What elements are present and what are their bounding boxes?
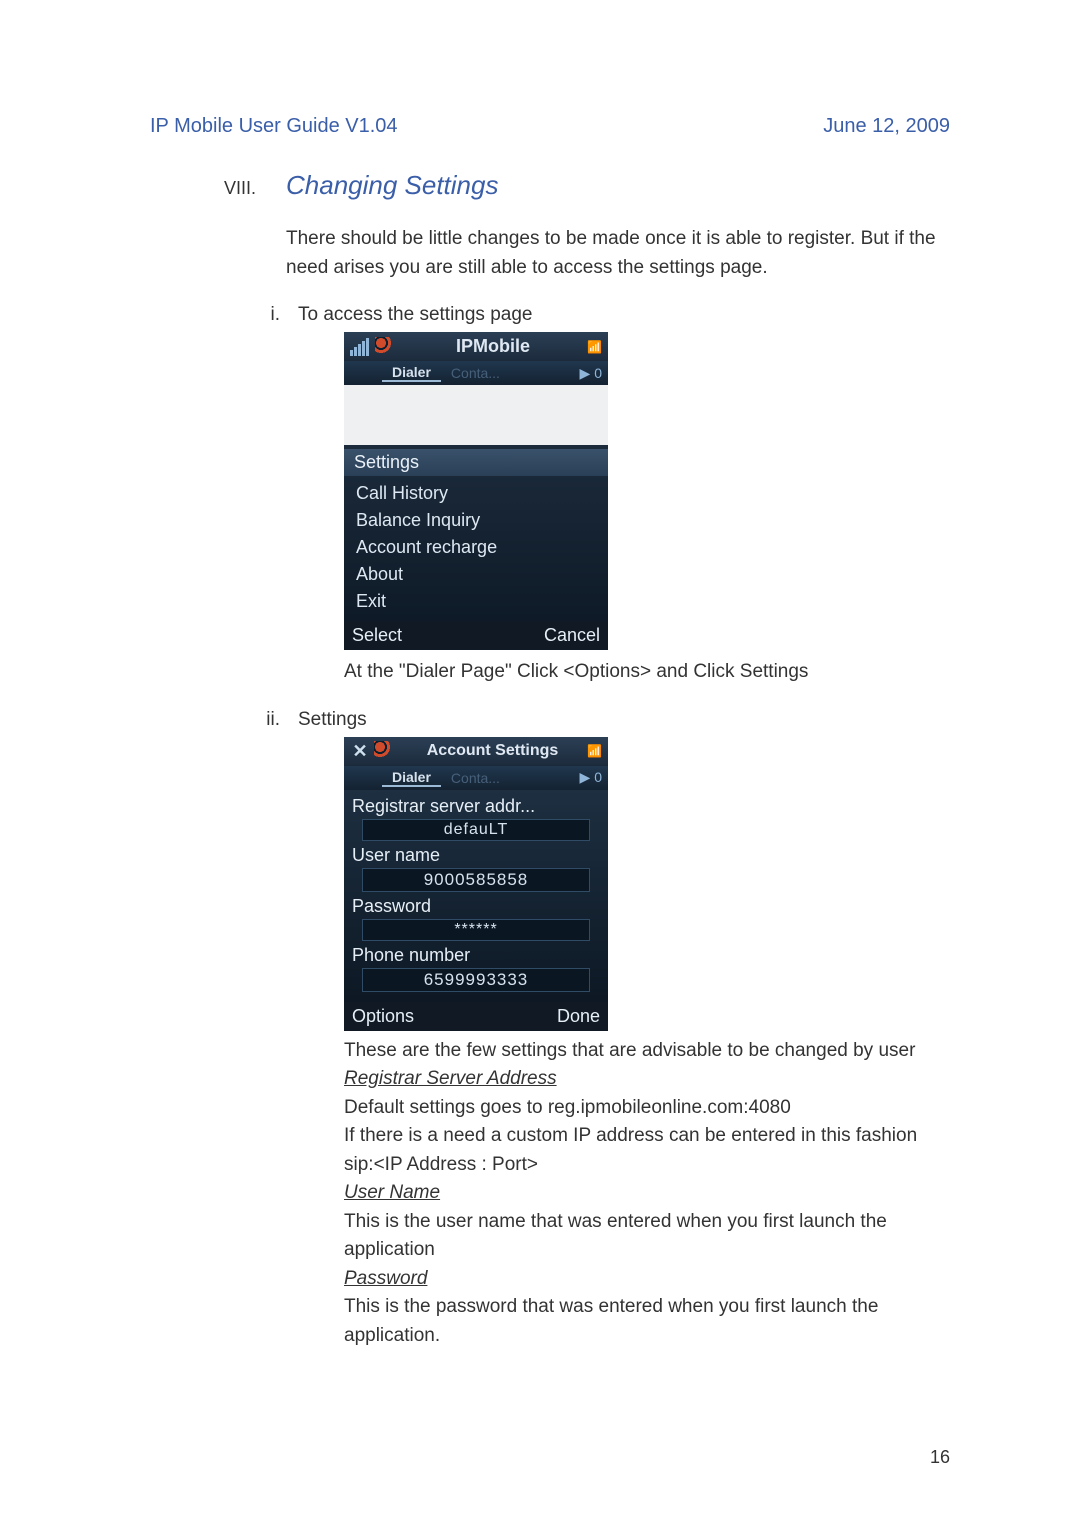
tab-dialer[interactable]: Dialer	[382, 364, 441, 382]
header-title: IP Mobile User Guide V1.04	[150, 115, 398, 138]
app-logo-icon	[375, 337, 395, 357]
tab-more-arrow-icon[interactable]: ▶ 0	[580, 365, 602, 382]
tab-contacts[interactable]: Conta...	[441, 365, 510, 381]
menu-item[interactable]: Call History	[344, 480, 608, 507]
screenshot-caption: At the "Dialer Page" Click <Options> and…	[344, 658, 950, 687]
page-number: 16	[930, 1447, 950, 1468]
body-text: sip:<IP Address : Port>	[344, 1151, 950, 1180]
password-input[interactable]: ******	[362, 919, 590, 941]
status-icon: 📶	[587, 744, 602, 758]
field-label-password: Password	[352, 896, 600, 917]
screen-title: Account Settings	[398, 742, 587, 760]
field-label-phone: Phone number	[352, 945, 600, 966]
tab-dialer[interactable]: Dialer	[382, 769, 441, 787]
softkey-done[interactable]: Done	[557, 1006, 600, 1027]
subhead-password: Password	[344, 1265, 950, 1294]
softkey-options[interactable]: Options	[352, 1006, 414, 1027]
username-input[interactable]: 9000585858	[362, 868, 590, 892]
app-logo-icon	[374, 741, 394, 761]
section-roman: VIII.	[210, 178, 256, 199]
step-label: Settings	[298, 709, 367, 731]
close-icon[interactable]: ✕	[350, 741, 370, 762]
body-text: If there is a need a custom IP address c…	[344, 1122, 950, 1151]
header-date: June 12, 2009	[823, 115, 950, 138]
menu-item[interactable]: Balance Inquiry	[344, 507, 608, 534]
body-text: Default settings goes to reg.ipmobileonl…	[344, 1094, 950, 1123]
section-title: Changing Settings	[286, 170, 498, 201]
menu-item[interactable]: About	[344, 561, 608, 588]
field-label-username: User name	[352, 845, 600, 866]
menu-item-settings[interactable]: Settings	[344, 449, 608, 476]
field-label-registrar: Registrar server addr...	[352, 796, 600, 817]
body-text: These are the few settings that are advi…	[344, 1037, 950, 1066]
subhead-registrar: Registrar Server Address	[344, 1065, 950, 1094]
screenshot-options-menu: IPMobile 📶 Dialer Conta... ▶ 0 Settings …	[344, 332, 608, 650]
tab-contacts[interactable]: Conta...	[441, 770, 510, 786]
step-number: ii.	[256, 709, 280, 731]
menu-item[interactable]: Account recharge	[344, 534, 608, 561]
body-text: This is the user name that was entered w…	[344, 1208, 950, 1265]
softkey-select[interactable]: Select	[352, 625, 402, 646]
subhead-username: User Name	[344, 1179, 950, 1208]
step-label: To access the settings page	[298, 304, 532, 326]
signal-bars-icon	[350, 338, 369, 356]
options-menu: Settings Call History Balance Inquiry Ac…	[344, 445, 608, 621]
app-title: IPMobile	[399, 336, 587, 357]
screenshot-account-settings: ✕ Account Settings 📶 Dialer Conta... ▶ 0…	[344, 737, 608, 1031]
tab-more-arrow-icon[interactable]: ▶ 0	[580, 769, 602, 786]
status-icon: 📶	[587, 340, 602, 354]
softkey-cancel[interactable]: Cancel	[544, 625, 600, 646]
section-intro: There should be little changes to be mad…	[286, 225, 950, 282]
body-text: This is the password that was entered wh…	[344, 1293, 950, 1350]
menu-item[interactable]: Exit	[344, 588, 608, 615]
phone-input[interactable]: 6599993333	[362, 968, 590, 992]
registrar-input[interactable]: defauLT	[362, 819, 590, 841]
document-page: IP Mobile User Guide V1.04 June 12, 2009…	[0, 0, 1080, 1528]
step-number: i.	[256, 304, 280, 326]
